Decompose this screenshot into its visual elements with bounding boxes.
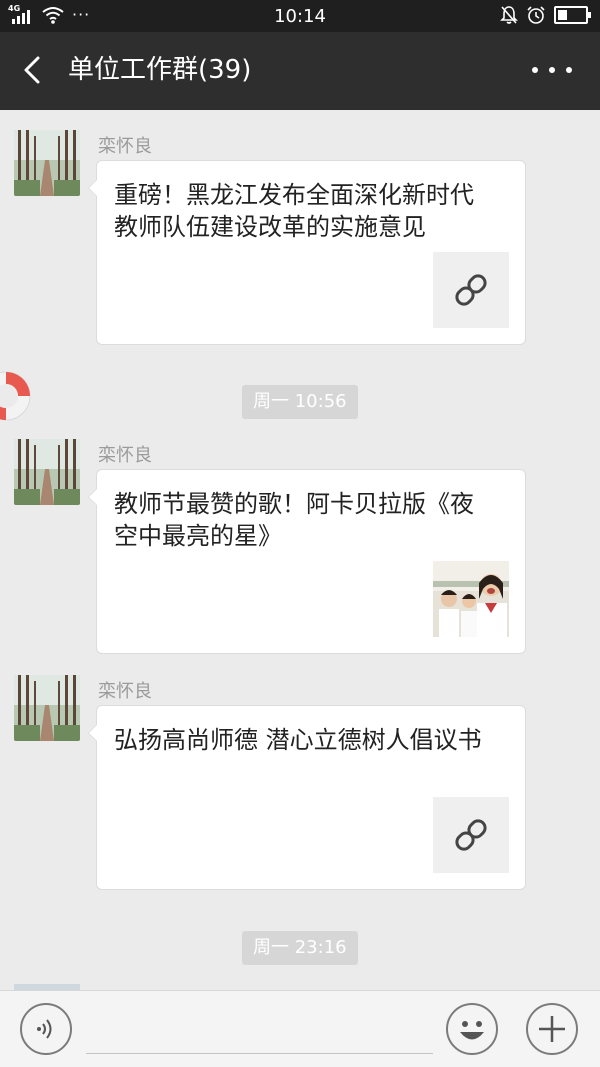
link-card-bubble[interactable]: 教师节最赞的歌！阿卡贝拉版《夜空中最亮的星》 (88, 469, 526, 654)
link-card-bubble[interactable]: 重磅！黑龙江发布全面深化新时代教师队伍建设改革的实施意见 (88, 160, 526, 345)
singing-students-photo (433, 561, 509, 637)
status-right (500, 5, 591, 25)
time-divider: 周一 23:16 (242, 931, 358, 965)
link-icon (455, 274, 487, 306)
voice-icon (37, 1019, 52, 1039)
battery-icon (554, 6, 591, 24)
more-dots-icon[interactable] (532, 58, 572, 82)
chat-title: 单位工作群(39) (68, 55, 252, 85)
link-thumbnail (433, 797, 509, 873)
sender-name: 栾怀良 (98, 136, 152, 157)
link-card-title: 重磅！黑龙江发布全面深化新时代教师队伍建设改革的实施意见 (114, 181, 474, 241)
message-input[interactable] (86, 1053, 433, 1054)
sender-name: 栾怀良 (98, 681, 152, 702)
emoji-icon (460, 1021, 484, 1040)
plus-button[interactable] (526, 1003, 578, 1055)
avatar[interactable] (14, 130, 80, 196)
photo-thumbnail (433, 561, 509, 637)
emoji-button[interactable] (446, 1003, 498, 1055)
link-thumbnail (433, 252, 509, 328)
plus-icon (539, 1016, 565, 1042)
input-bar (0, 990, 600, 1067)
link-icon (455, 819, 487, 851)
battery-fill (558, 10, 568, 20)
link-card-title: 教师节最赞的歌！阿卡贝拉版《夜空中最亮的星》 (114, 490, 474, 550)
mute-bell-icon (500, 6, 518, 24)
sender-name: 栾怀良 (98, 445, 152, 466)
voice-button[interactable] (20, 1003, 72, 1055)
link-card-bubble[interactable]: 弘扬高尚师德 潜心立德树人倡议书 (88, 705, 526, 890)
avatar[interactable] (14, 675, 80, 741)
title-bar: 单位工作群(39) (0, 32, 600, 110)
forest-path-avatar-image (14, 130, 80, 196)
status-bar: 4G ··· 10:14 (0, 0, 600, 32)
back-chevron-icon[interactable] (16, 52, 52, 88)
avatar[interactable] (14, 439, 80, 505)
alarm-icon (527, 6, 545, 24)
link-card-title: 弘扬高尚师德 潜心立德树人倡议书 (114, 726, 482, 754)
time-divider: 周一 10:56 (242, 385, 358, 419)
forest-path-avatar-image (14, 675, 80, 741)
forest-path-avatar-image (14, 439, 80, 505)
lifebuoy-icon[interactable] (0, 368, 34, 424)
